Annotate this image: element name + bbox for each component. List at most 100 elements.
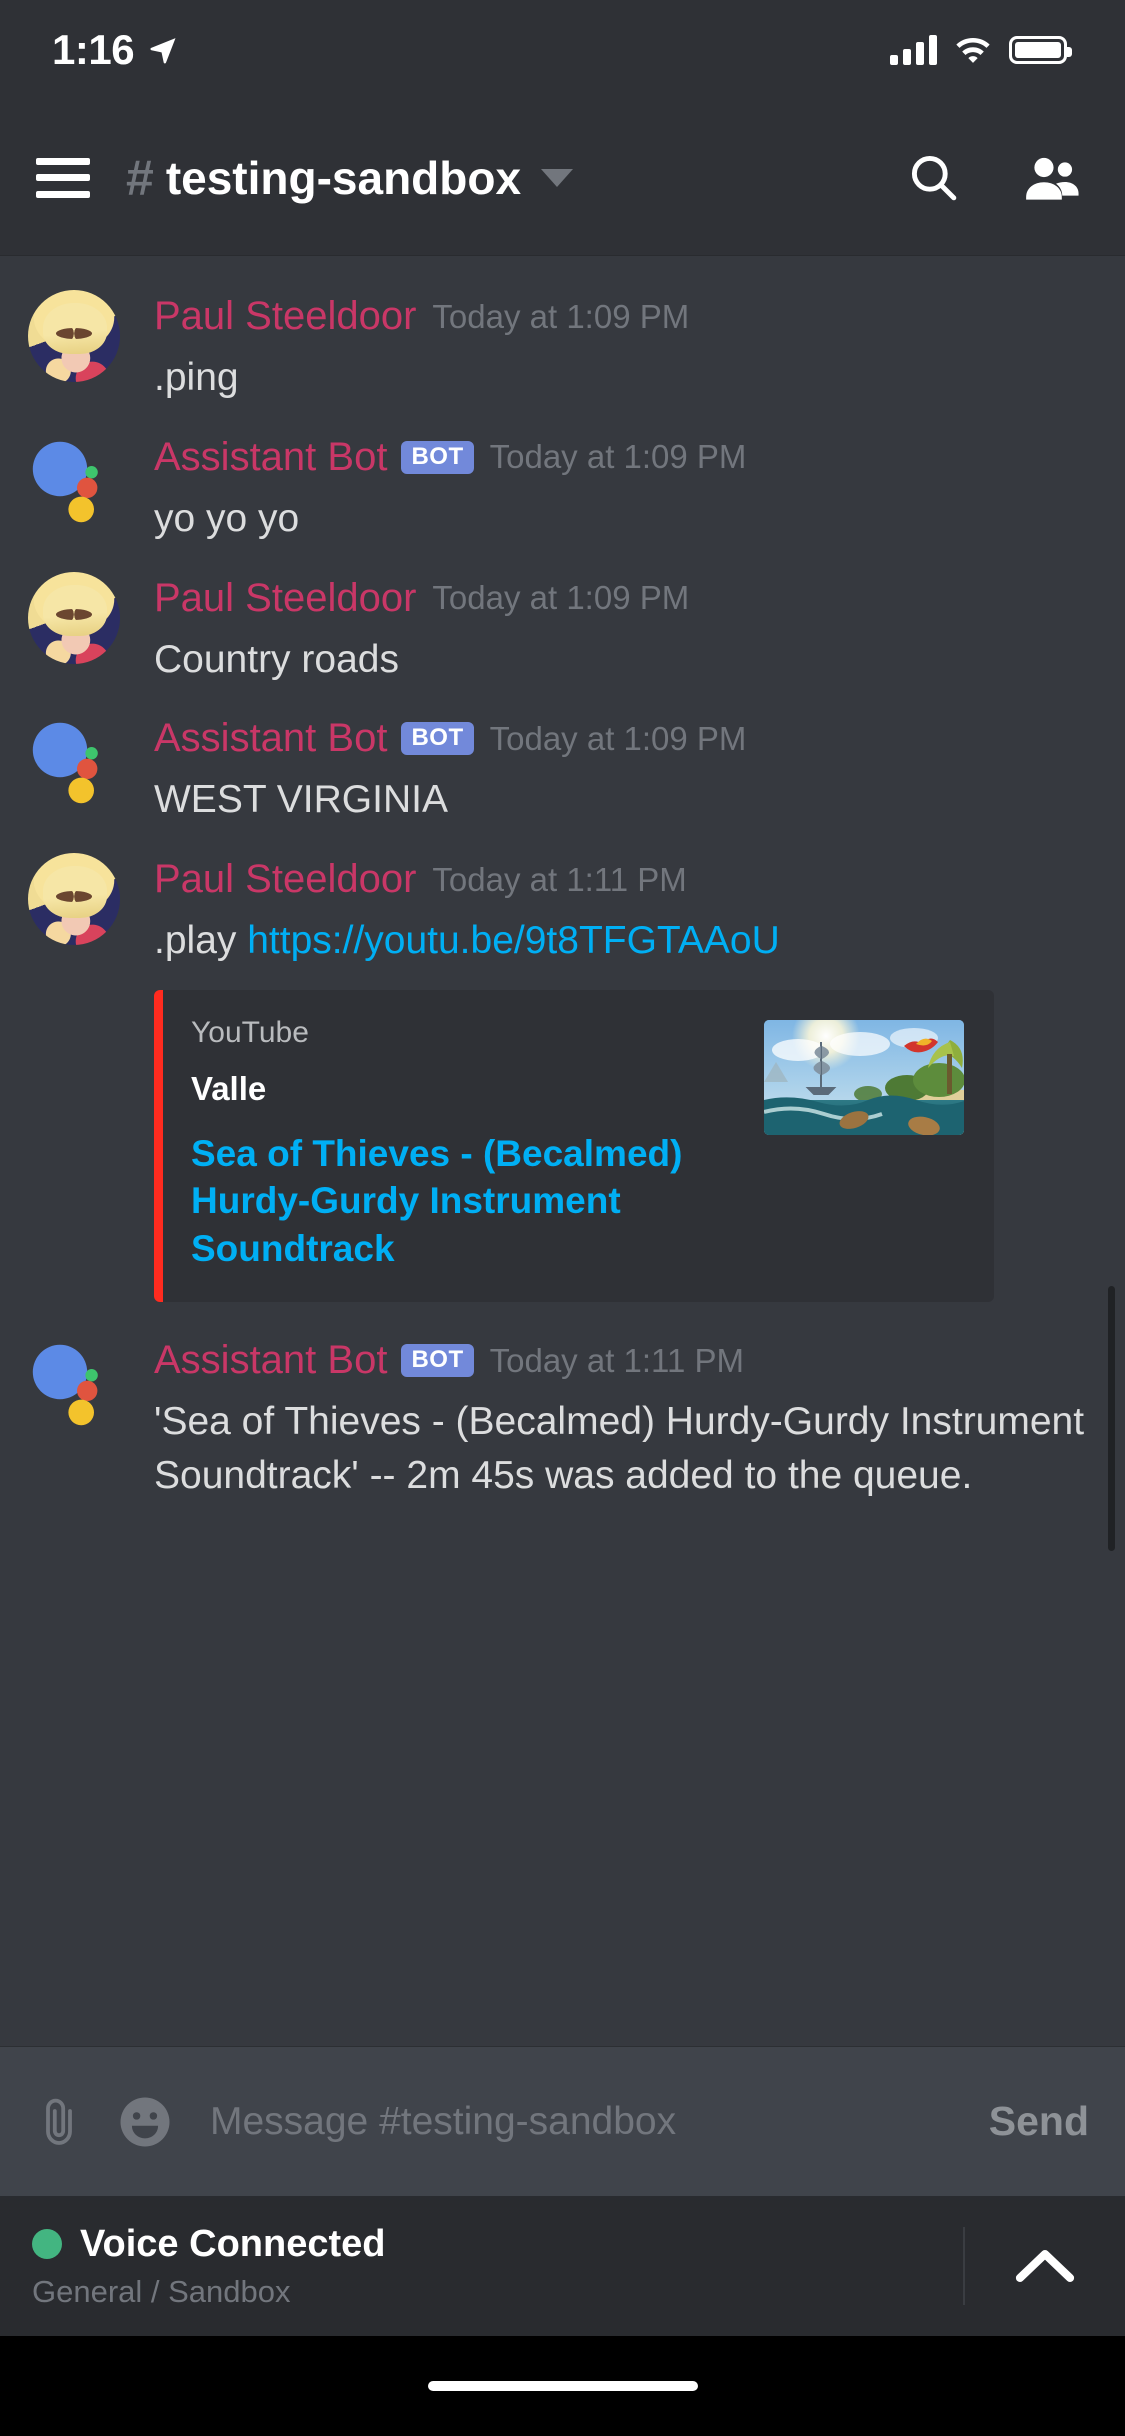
message-body: Assistant Bot BOT Today at 1:11 PM 'Sea … <box>154 1334 1085 1503</box>
members-glyph <box>1026 157 1079 200</box>
cellular-signal-icon <box>890 35 937 65</box>
embed-provider: YouTube <box>191 1016 309 1050</box>
discord-app: 1:16 # testing-sandbox Paul Steeldoor To… <box>0 0 1125 2436</box>
message-header: Paul Steeldoor Today at 1:11 PM <box>154 857 1085 902</box>
message-author[interactable]: Assistant Bot <box>154 716 387 761</box>
assistant-bot-avatar[interactable] <box>28 712 120 804</box>
status-time: 1:16 <box>52 26 135 73</box>
battery-icon <box>1009 36 1072 64</box>
message-timestamp: Today at 1:11 PM <box>489 1341 744 1379</box>
thumbnail-art <box>764 1020 964 1136</box>
embed-title[interactable]: Sea of Thieves - (Becalmed) Hurdy-Gurdy … <box>191 1130 744 1272</box>
voice-status-label: Voice Connected <box>80 2222 386 2265</box>
message-header: Assistant Bot BOT Today at 1:09 PM <box>154 435 1085 480</box>
composer-icons <box>30 2093 174 2151</box>
members-icon[interactable] <box>1023 149 1081 207</box>
home-indicator[interactable] <box>427 2381 698 2391</box>
message-content: WEST VIRGINIA <box>154 778 448 822</box>
hash-icon: # <box>126 149 154 206</box>
message-row[interactable]: Assistant Bot BOT Today at 1:09 PM WEST … <box>0 694 1125 835</box>
message-author[interactable]: Assistant Bot <box>154 1338 387 1383</box>
message-body: Paul Steeldoor Today at 1:11 PM .play ht… <box>154 853 1085 1308</box>
voice-status-bar[interactable]: Voice Connected General / Sandbox <box>0 2196 1125 2336</box>
assistant-logo-glyph <box>32 1344 98 1426</box>
message-header: Assistant Bot BOT Today at 1:09 PM <box>154 716 1085 761</box>
avatar-column <box>28 712 132 827</box>
wifi-icon <box>956 38 990 63</box>
message-list[interactable]: Paul Steeldoor Today at 1:09 PM .ping As… <box>0 256 1125 2046</box>
home-indicator-bar <box>0 2336 1125 2436</box>
message-composer[interactable]: Message #testing-sandbox Send <box>0 2046 1125 2196</box>
anime-avatar[interactable] <box>28 571 120 664</box>
channel-title-button[interactable]: # testing-sandbox <box>126 151 905 205</box>
message-text-prefix: .play <box>154 919 248 963</box>
message-content: 'Sea of Thieves - (Becalmed) Hurdy-Gurdy… <box>154 1400 1085 1497</box>
message-header: Assistant Bot BOT Today at 1:11 PM <box>154 1338 1085 1383</box>
message-header: Paul Steeldoor Today at 1:09 PM <box>154 294 1085 339</box>
message-content: .play https://youtu.be/9t8TFGTAAoU <box>154 914 1085 968</box>
voice-title-row: Voice Connected <box>32 2223 953 2266</box>
assistant-bot-avatar[interactable] <box>28 431 120 523</box>
message-header: Paul Steeldoor Today at 1:09 PM <box>154 576 1085 621</box>
location-arrow-icon <box>150 38 176 64</box>
sea-of-thieves-thumbnail[interactable] <box>764 1020 964 1136</box>
message-row[interactable]: Assistant Bot BOT Today at 1:11 PM 'Sea … <box>0 1316 1125 1511</box>
assistant-logo-glyph <box>32 723 98 804</box>
avatar-column <box>28 1334 132 1503</box>
emoji-icon[interactable] <box>116 2093 174 2151</box>
voice-status-dot-icon <box>32 2229 62 2259</box>
embed-text-column: YouTube Valle Sea of Thieves - (Becalmed… <box>191 1016 764 1272</box>
bot-badge: BOT <box>401 1344 474 1378</box>
message-body: Paul Steeldoor Today at 1:09 PM Country … <box>154 572 1085 687</box>
message-row[interactable]: Assistant Bot BOT Today at 1:09 PM yo yo… <box>0 413 1125 554</box>
avatar-column <box>28 290 132 405</box>
message-timestamp: Today at 1:09 PM <box>489 719 747 757</box>
chevron-down-icon[interactable] <box>541 168 574 187</box>
message-timestamp: Today at 1:09 PM <box>489 438 747 476</box>
message-timestamp: Today at 1:09 PM <box>432 579 690 617</box>
message-row[interactable]: Paul Steeldoor Today at 1:11 PM .play ht… <box>0 835 1125 1316</box>
assistant-logo-glyph <box>32 441 98 523</box>
youtube-embed-card[interactable]: YouTube Valle Sea of Thieves - (Becalmed… <box>154 990 994 1303</box>
voice-channel-path: General / Sandbox <box>32 2273 291 2309</box>
paperclip-icon[interactable] <box>30 2093 88 2151</box>
message-author[interactable]: Paul Steeldoor <box>154 294 416 339</box>
message-content: Country roads <box>154 637 399 681</box>
paperclip-glyph <box>46 2098 72 2145</box>
channel-name: testing-sandbox <box>165 151 522 204</box>
status-bar: 1:16 <box>0 0 1125 100</box>
anime-avatar[interactable] <box>28 290 120 382</box>
message-link[interactable]: https://youtu.be/9t8TFGTAAoU <box>247 919 780 962</box>
anime-avatar[interactable] <box>28 853 120 946</box>
bot-badge: BOT <box>401 722 474 756</box>
message-body: Paul Steeldoor Today at 1:09 PM .ping <box>154 290 1085 405</box>
message-body: Assistant Bot BOT Today at 1:09 PM yo yo… <box>154 431 1085 546</box>
voice-info[interactable]: Voice Connected General / Sandbox <box>32 2223 953 2310</box>
message-input[interactable]: Message #testing-sandbox <box>210 2100 989 2144</box>
message-row[interactable]: Paul Steeldoor Today at 1:09 PM Country … <box>0 554 1125 695</box>
message-timestamp: Today at 1:11 PM <box>432 860 687 898</box>
status-bar-right <box>890 35 1072 65</box>
message-timestamp: Today at 1:09 PM <box>432 297 690 335</box>
message-body: Assistant Bot BOT Today at 1:09 PM WEST … <box>154 712 1085 827</box>
message-author[interactable]: Paul Steeldoor <box>154 576 416 621</box>
message-content: .ping <box>154 356 239 399</box>
assistant-bot-avatar[interactable] <box>28 1334 120 1426</box>
emoji-glyph <box>120 2097 170 2146</box>
hamburger-menu-icon[interactable] <box>36 157 90 198</box>
message-author[interactable]: Assistant Bot <box>154 435 387 480</box>
message-row[interactable]: Paul Steeldoor Today at 1:09 PM .ping <box>0 272 1125 413</box>
header-actions <box>905 149 1081 207</box>
channel-header: # testing-sandbox <box>0 100 1125 256</box>
chevron-up-glyph <box>1015 2250 1075 2282</box>
avatar-column <box>28 571 132 687</box>
message-author[interactable]: Paul Steeldoor <box>154 857 416 902</box>
scrollbar-thumb[interactable] <box>1108 1286 1115 1551</box>
avatar-column <box>28 853 132 1308</box>
search-icon[interactable] <box>905 149 963 207</box>
message-content: yo yo yo <box>154 496 300 540</box>
embed-author[interactable]: Valle <box>191 1070 744 1108</box>
avatar-column <box>28 431 132 546</box>
chevron-up-icon[interactable] <box>965 2246 1125 2286</box>
send-button[interactable]: Send <box>989 2098 1089 2145</box>
